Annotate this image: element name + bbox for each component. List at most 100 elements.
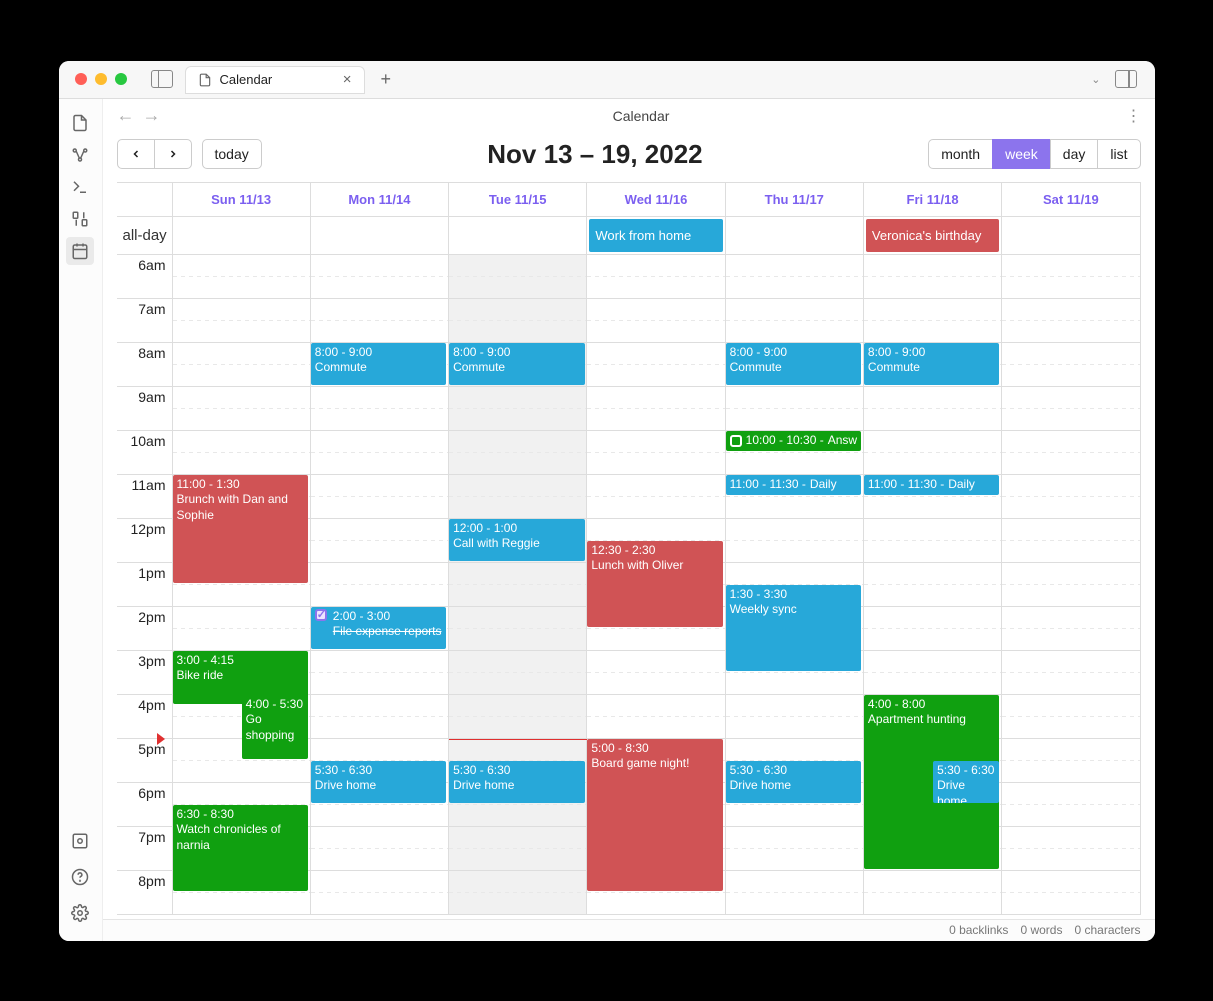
calendar-event[interactable]: 5:30 - 6:30Drive home (933, 761, 999, 803)
time-slot[interactable] (587, 475, 725, 519)
time-slot[interactable] (587, 343, 725, 387)
view-week-button[interactable]: week (992, 139, 1051, 169)
allday-cell[interactable] (449, 217, 587, 255)
today-button[interactable]: today (202, 139, 262, 169)
time-slot[interactable] (864, 431, 1002, 475)
time-slot[interactable] (449, 299, 587, 343)
time-slot[interactable] (449, 475, 587, 519)
chevron-down-icon[interactable]: ⌄ (1091, 73, 1100, 86)
time-slot[interactable] (1002, 299, 1140, 343)
time-slot[interactable] (311, 255, 449, 299)
time-slot[interactable] (864, 299, 1002, 343)
time-slot[interactable] (311, 519, 449, 563)
time-slot[interactable] (449, 431, 587, 475)
more-menu-icon[interactable]: ⋮ (1126, 106, 1141, 126)
time-slot[interactable] (587, 387, 725, 431)
time-slot[interactable] (449, 255, 587, 299)
allday-cell[interactable] (726, 217, 864, 255)
nav-back-button[interactable]: ← (117, 105, 131, 126)
task-checkbox[interactable] (730, 435, 742, 447)
time-slot[interactable] (1002, 387, 1140, 431)
time-slot[interactable] (587, 255, 725, 299)
time-slot[interactable] (864, 607, 1002, 651)
day-header[interactable]: Sun 11/13 (173, 183, 311, 217)
allday-event[interactable]: Work from home (589, 219, 722, 252)
close-tab-icon[interactable]: × (343, 71, 352, 88)
calendar-event[interactable]: 1:30 - 3:30Weekly sync (726, 585, 862, 671)
sidebar-terminal-icon[interactable] (66, 173, 94, 201)
allday-cell[interactable]: Work from home (587, 217, 725, 255)
calendar-event[interactable]: 12:30 - 2:30Lunch with Oliver (587, 541, 723, 627)
sidebar-binary-icon[interactable] (66, 205, 94, 233)
time-slot[interactable] (449, 827, 587, 871)
sidebar-files-icon[interactable] (66, 109, 94, 137)
time-slot[interactable] (726, 827, 864, 871)
calendar-event[interactable]: 10:00 - 10:30 -Answ (726, 431, 862, 451)
time-slot[interactable] (864, 563, 1002, 607)
day-header[interactable]: Tue 11/15 (449, 183, 587, 217)
time-slot[interactable] (1002, 431, 1140, 475)
calendar-event[interactable]: 11:00 - 11:30 -Daily (726, 475, 862, 495)
time-slot[interactable] (587, 299, 725, 343)
time-slot[interactable] (449, 695, 587, 739)
calendar-event[interactable]: 8:00 - 9:00Commute (864, 343, 1000, 385)
time-slot[interactable] (1002, 651, 1140, 695)
calendar-event[interactable]: 12:00 - 1:00Call with Reggie (449, 519, 585, 561)
day-header[interactable]: Mon 11/14 (311, 183, 449, 217)
calendar-event[interactable]: 4:00 - 5:30Go shopping (242, 695, 308, 759)
time-slot[interactable] (864, 519, 1002, 563)
allday-cell[interactable]: Veronica's birthday (864, 217, 1002, 255)
day-header[interactable]: Fri 11/18 (864, 183, 1002, 217)
view-month-button[interactable]: month (928, 139, 993, 169)
time-slot[interactable] (173, 255, 311, 299)
time-slot[interactable] (311, 387, 449, 431)
sidebar-graph-icon[interactable] (66, 141, 94, 169)
time-slot[interactable] (1002, 475, 1140, 519)
day-header[interactable]: Wed 11/16 (587, 183, 725, 217)
time-slot[interactable] (587, 431, 725, 475)
time-slot[interactable] (311, 475, 449, 519)
view-list-button[interactable]: list (1097, 139, 1140, 169)
time-slot[interactable] (311, 695, 449, 739)
calendar-event[interactable]: 11:00 - 1:30Brunch with Dan and Sophie (173, 475, 309, 583)
calendar-event[interactable]: 2:00 - 3:00File expense reports (311, 607, 447, 649)
day-header[interactable]: Sat 11/19 (1002, 183, 1140, 217)
new-tab-button[interactable]: + (373, 69, 400, 90)
view-day-button[interactable]: day (1050, 139, 1099, 169)
sidebar-help-icon[interactable] (66, 863, 94, 891)
time-slot[interactable] (1002, 607, 1140, 651)
time-slot[interactable] (1002, 343, 1140, 387)
calendar-event[interactable]: 5:00 - 8:30Board game night! (587, 739, 723, 891)
time-slot[interactable] (726, 299, 864, 343)
allday-cell[interactable] (1002, 217, 1140, 255)
time-slot[interactable] (449, 651, 587, 695)
time-slot[interactable] (173, 343, 311, 387)
time-slot[interactable] (1002, 255, 1140, 299)
time-slot[interactable] (449, 871, 587, 915)
time-slot[interactable] (311, 431, 449, 475)
time-slot[interactable] (726, 255, 864, 299)
time-slot[interactable] (1002, 519, 1140, 563)
time-slot[interactable] (311, 563, 449, 607)
time-slot[interactable] (1002, 827, 1140, 871)
time-slot[interactable] (864, 871, 1002, 915)
sidebar-calendar-icon[interactable] (66, 237, 94, 265)
time-slot[interactable] (449, 387, 587, 431)
nav-forward-button[interactable]: → (143, 105, 157, 126)
time-slot[interactable] (1002, 695, 1140, 739)
sidebar-settings-icon[interactable] (66, 899, 94, 927)
calendar-event[interactable]: 8:00 - 9:00Commute (311, 343, 447, 385)
minimize-window-button[interactable] (95, 73, 107, 85)
time-slot[interactable] (1002, 871, 1140, 915)
right-panel-toggle-icon[interactable] (1115, 70, 1137, 88)
time-slot[interactable] (173, 387, 311, 431)
next-period-button[interactable] (154, 139, 192, 169)
time-slot[interactable] (864, 387, 1002, 431)
calendar-event[interactable]: 5:30 - 6:30Drive home (449, 761, 585, 803)
left-panel-toggle-icon[interactable] (151, 70, 173, 88)
time-slot[interactable] (173, 299, 311, 343)
allday-event[interactable]: Veronica's birthday (866, 219, 999, 252)
allday-cell[interactable] (311, 217, 449, 255)
calendar-event[interactable]: 6:30 - 8:30Watch chronicles of narnia (173, 805, 309, 891)
time-slot[interactable] (449, 563, 587, 607)
